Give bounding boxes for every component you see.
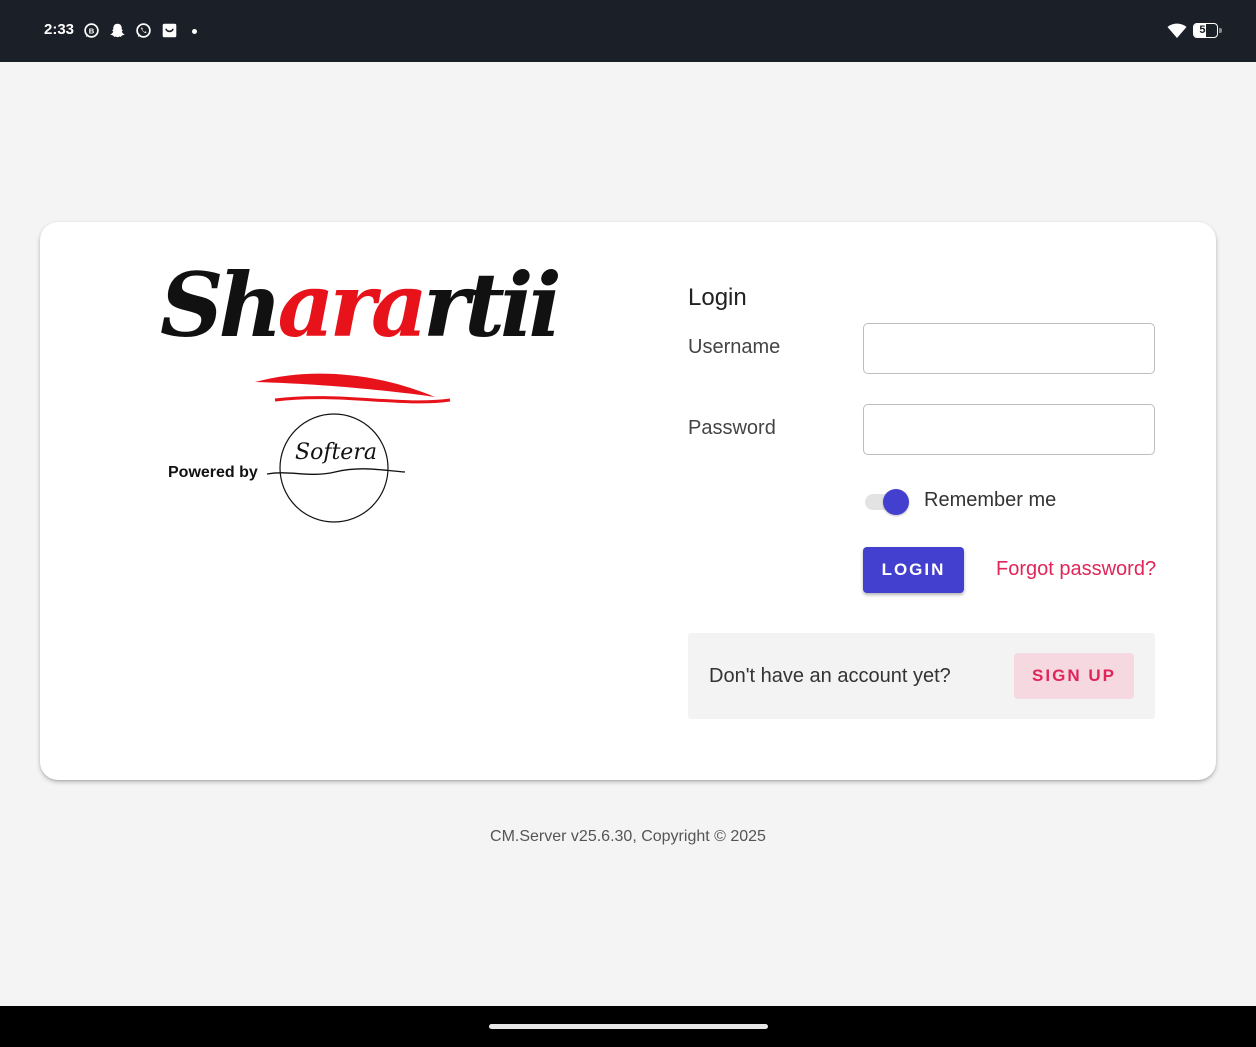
- password-label: Password: [688, 417, 776, 439]
- battery-icon: 53: [1193, 23, 1222, 38]
- svg-text:B: B: [89, 26, 95, 35]
- footer-version-text: CM.Server v25.6.30, Copyright © 2025: [490, 828, 766, 845]
- navigation-bar: [0, 1006, 1256, 1047]
- more-notifications-dot-icon: [192, 29, 197, 34]
- login-button[interactable]: LOGIN: [863, 547, 964, 593]
- battery-level: 53: [1199, 24, 1212, 36]
- whatsapp-business-icon: B: [84, 23, 99, 38]
- username-label: Username: [688, 336, 781, 358]
- shopping-bag-icon: [162, 23, 177, 38]
- status-time: 2:33: [44, 21, 75, 38]
- login-title: Login: [688, 284, 747, 311]
- remember-me-label: Remember me: [924, 489, 1057, 511]
- forgot-password-link[interactable]: Forgot password?: [996, 558, 1156, 581]
- home-gesture-handle[interactable]: [489, 1024, 768, 1029]
- username-input[interactable]: [863, 323, 1155, 374]
- whatsapp-icon: [136, 23, 151, 38]
- status-bar: 2:33 B 53: [0, 0, 1256, 62]
- powered-by-label: Powered by: [168, 464, 258, 481]
- signup-panel: Don't have an account yet? SIGN UP: [688, 633, 1155, 719]
- login-card: Sharartii Powered by Softera Login Usern…: [40, 222, 1216, 780]
- remember-me-toggle[interactable]: [863, 488, 911, 516]
- toggle-knob: [883, 489, 909, 515]
- password-input[interactable]: [863, 404, 1155, 455]
- partner-name: Softera: [295, 440, 377, 465]
- wifi-icon: [1167, 23, 1187, 38]
- snapchat-icon: [110, 23, 125, 38]
- sign-up-button[interactable]: SIGN UP: [1014, 653, 1134, 699]
- brand-name: Sharartii: [160, 253, 562, 357]
- brand-logo: Sharartii Powered by Softera: [160, 222, 562, 576]
- signup-prompt: Don't have an account yet?: [709, 665, 951, 687]
